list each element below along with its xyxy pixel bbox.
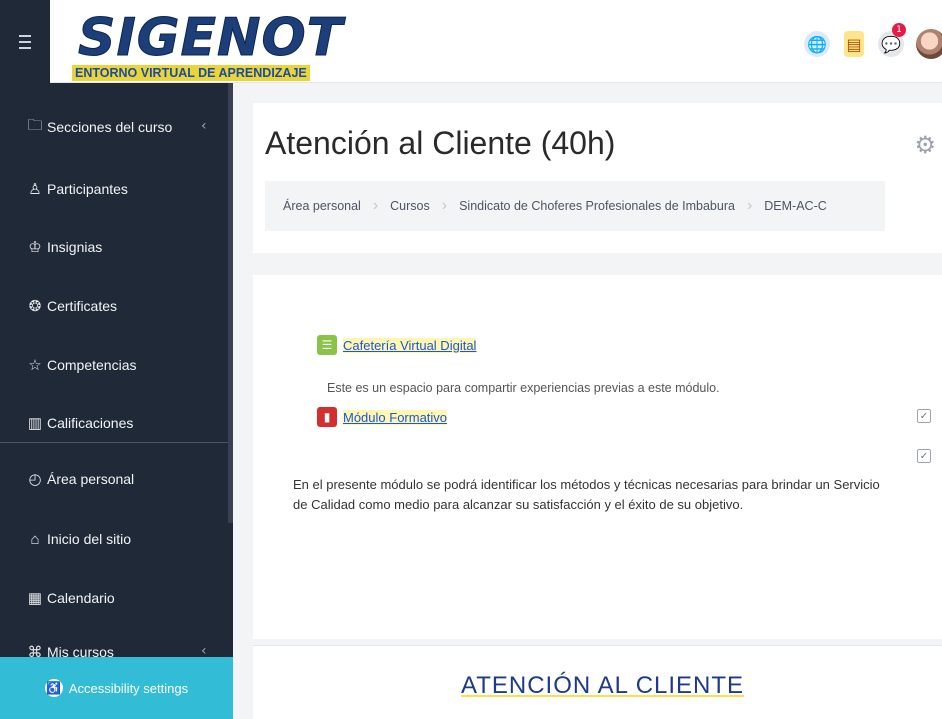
activity-link[interactable]: Módulo Formativo: [343, 409, 448, 425]
breadcrumb-separator-icon: ›: [372, 197, 379, 214]
avatar[interactable]: [916, 29, 942, 59]
users-icon: ♙: [28, 181, 42, 198]
language-icon[interactable]: 🌐: [804, 31, 830, 57]
book-icon: ▮: [317, 407, 337, 427]
messages-icon[interactable]: 💬 1: [878, 23, 906, 57]
sidebar-item-label: Calendario: [47, 590, 115, 606]
sidebar-item-label: Certificates: [47, 298, 118, 314]
breadcrumb-separator-icon: ›: [441, 197, 448, 214]
accessibility-icon: ♿: [44, 679, 63, 697]
section-banner: ATENCIÓN AL CLIENTE: [253, 645, 942, 719]
accessibility-label: Accessibility settings: [68, 680, 189, 696]
site-logo[interactable]: SIGENOT ENTORNO VIRTUAL DE APRENDIZAJE: [72, 8, 343, 81]
menu-toggle-button[interactable]: [0, 0, 50, 83]
page-title: Atención al Cliente (40h): [265, 125, 616, 161]
section-title: ATENCIÓN AL CLIENTE: [461, 672, 745, 699]
home-icon: ⌂: [30, 530, 40, 548]
logo-subtitle: ENTORNO VIRTUAL DE APRENDIZAJE: [72, 65, 310, 81]
sidebar-item-label: Participantes: [47, 181, 128, 197]
sidebar-item-area-personal[interactable]: ◴ Área personal: [26, 467, 134, 491]
sidebar-item-calificaciones[interactable]: ▥ Calificaciones: [26, 411, 133, 435]
breadcrumb-item[interactable]: Cursos: [390, 199, 430, 213]
breadcrumb-item[interactable]: DEM-AC-C: [764, 199, 827, 213]
sidebar-item-label: Inicio del sitio: [47, 531, 132, 547]
sidebar-item-label: Secciones del curso: [47, 119, 173, 135]
user-menu-area: 🌐 ▤ 💬 1: [790, 23, 942, 64]
chevron-left-icon[interactable]: ‹: [201, 118, 207, 134]
notification-badge: 1: [892, 23, 906, 37]
gear-icon[interactable]: ⚙: [914, 131, 936, 159]
course-section: ☰ Cafetería Virtual Digital Este es un e…: [253, 275, 942, 639]
completion-checkbox[interactable]: ✓: [917, 449, 931, 463]
breadcrumb-separator-icon: ›: [746, 197, 753, 214]
sidebar-item-label: Calificaciones: [47, 415, 134, 431]
sidebar-item-label: Insignias: [47, 239, 103, 255]
breadcrumb-item[interactable]: Sindicato de Choferes Profesionales de I…: [459, 199, 735, 213]
main-content: Atención al Cliente (40h) ⚙ Área persona…: [233, 83, 942, 719]
sidebar-item-participantes[interactable]: ♙ Participantes: [26, 177, 128, 201]
page-header: Atención al Cliente (40h) ⚙ Área persona…: [253, 103, 942, 253]
forum-icon: ☰: [317, 335, 337, 355]
grades-icon: ▥: [27, 415, 43, 432]
sidebar: 🗀 Secciones del curso ‹ ♙ Participantes …: [0, 83, 233, 719]
sidebar-item-competencias[interactable]: ☆ Competencias: [26, 353, 137, 377]
calendar-icon: ▦: [27, 590, 43, 607]
activity-description: Este es un espacio para compartir experi…: [327, 381, 720, 395]
star-icon: ☆: [28, 357, 42, 374]
sidebar-item-inicio[interactable]: ⌂ Inicio del sitio: [26, 527, 131, 551]
logo-title: SIGENOT: [77, 8, 344, 69]
completion-checkbox[interactable]: ✓: [917, 409, 931, 423]
hamburger-icon: [19, 33, 31, 51]
sidebar-item-certificates[interactable]: ❂ Certificates: [26, 294, 117, 318]
sidebar-item-insignias[interactable]: ♔ Insignias: [26, 235, 102, 259]
badge-icon: ♔: [28, 239, 42, 256]
breadcrumb-item[interactable]: Área personal: [283, 199, 361, 213]
app-root: SIGENOT ENTORNO VIRTUAL DE APRENDIZAJE 🌐…: [0, 0, 942, 719]
top-navbar: SIGENOT ENTORNO VIRTUAL DE APRENDIZAJE 🌐…: [0, 0, 942, 83]
activity-link[interactable]: Cafetería Virtual Digital: [343, 337, 477, 353]
activity-forum[interactable]: ☰ Cafetería Virtual Digital: [317, 335, 477, 355]
module-description: En el presente módulo se podrá identific…: [293, 477, 880, 512]
breadcrumb: Área personal › Cursos › Sindicato de Ch…: [265, 181, 885, 231]
certificate-icon: ❂: [28, 298, 42, 315]
sidebar-item-calendario[interactable]: ▦ Calendario: [26, 586, 115, 610]
notes-icon[interactable]: ▤: [844, 31, 864, 57]
sidebar-item-secciones[interactable]: 🗀 Secciones del curso: [26, 115, 172, 139]
activity-book[interactable]: ▮ Módulo Formativo: [317, 407, 448, 427]
folder-icon: 🗀: [27, 116, 43, 134]
sidebar-item-label: Área personal: [47, 471, 135, 487]
sidebar-divider: [0, 442, 233, 443]
accessibility-settings-button[interactable]: ♿ Accessibility settings: [0, 657, 233, 719]
sidebar-item-label: Competencias: [47, 357, 137, 373]
dashboard-icon: ◴: [28, 471, 42, 488]
